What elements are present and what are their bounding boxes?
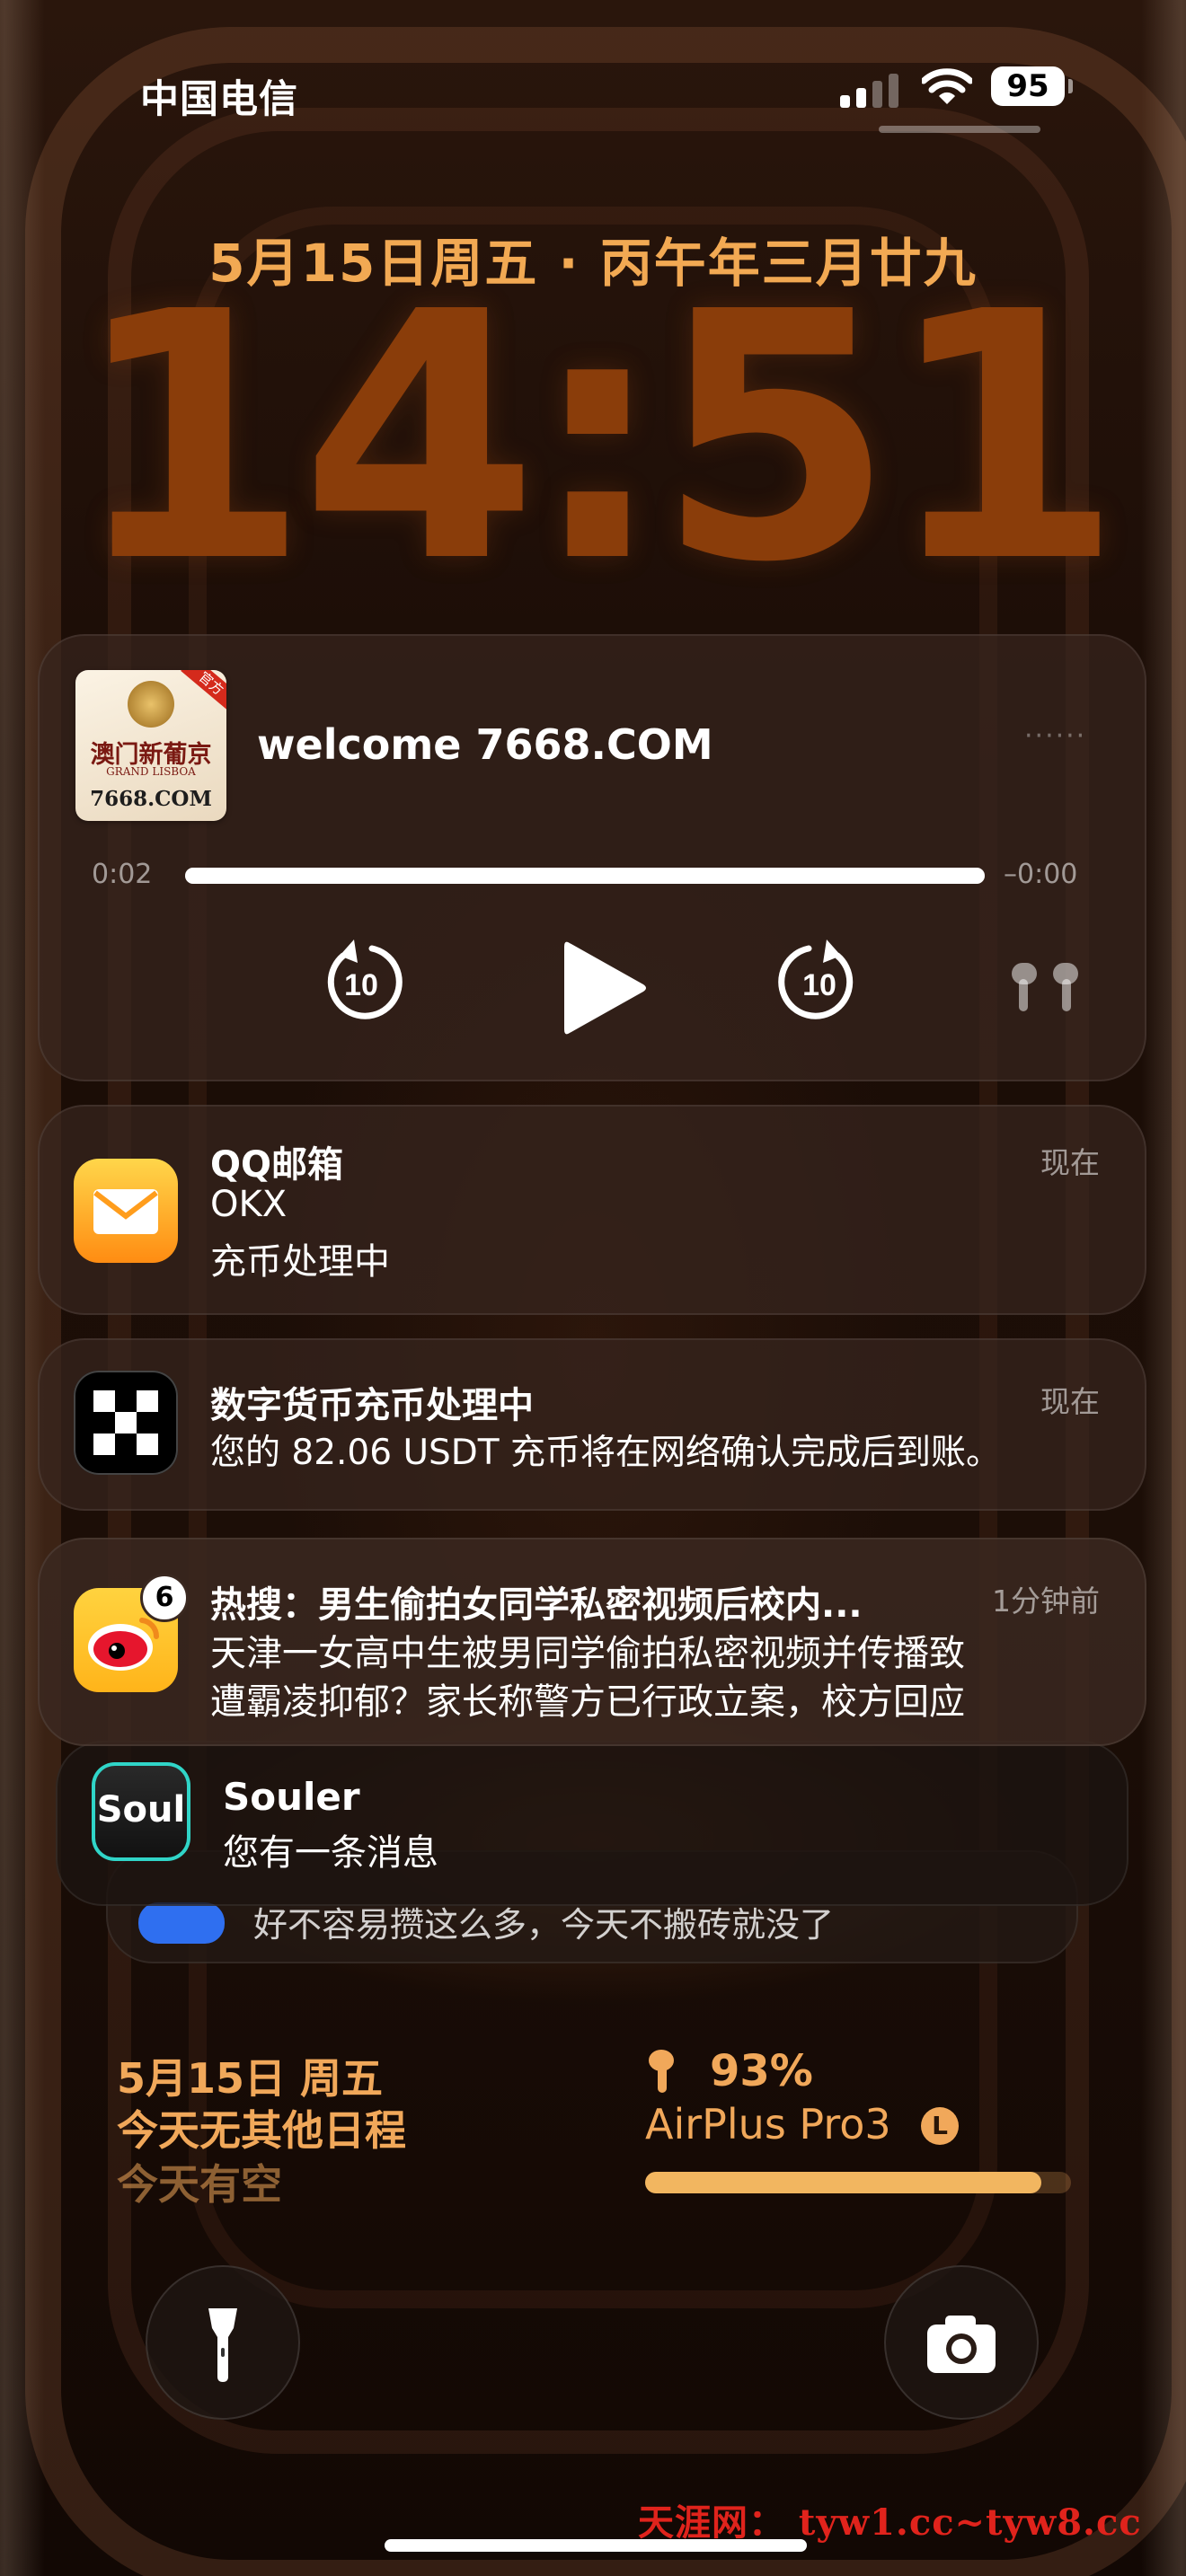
play-button[interactable] (550, 936, 658, 1040)
wifi-icon (922, 68, 972, 104)
home-indicator[interactable] (385, 2539, 807, 2552)
artwork-domain: 7668.COM (90, 787, 212, 811)
airpods-output-icon[interactable] (1006, 959, 1084, 1017)
artwork-subtitle: GRAND LISBOA (106, 765, 196, 778)
airpods-name: AirPlus Pro3 (645, 2100, 891, 2148)
notification-line: OKX (210, 1184, 288, 1225)
camera-button[interactable] (884, 2265, 1039, 2420)
cellular-signal-icon (840, 70, 899, 108)
notification-line: 天津一女高中生被男同学偷拍私密视频并传播致 (210, 1633, 965, 1674)
notification-line: 充币处理中 (210, 1241, 390, 1283)
carrier-label: 中国电信 (140, 77, 298, 122)
album-artwork[interactable]: 澳门新葡京 GRAND LISBOA 7668.COM 官方 (75, 670, 226, 821)
airpod-mini-icon (649, 2050, 674, 2093)
notification-time: 1分钟前 (992, 1584, 1100, 1619)
calendar-widget-free: 今天有空 (117, 2160, 282, 2209)
notification-title: Souler (223, 1775, 360, 1819)
camera-icon (927, 2316, 996, 2373)
skip-back-10-button[interactable]: 10 (316, 936, 406, 1026)
calendar-widget-schedule: 今天无其他日程 (117, 2106, 406, 2155)
notification-title: 热搜：男生偷拍女同学私密视频后校内... (210, 1584, 863, 1626)
notification-time: 现在 (1040, 1384, 1100, 1419)
left-pod-badge: L (921, 2107, 959, 2145)
airpods-battery-bar (645, 2172, 1071, 2193)
mail-icon (74, 1159, 178, 1263)
svg-text:10: 10 (344, 968, 378, 1002)
playback-scrubber[interactable] (185, 868, 985, 884)
notification-souler[interactable]: Soul Souler 您有一条消息 (56, 1741, 1128, 1906)
notification-title: 数字货币充币处理中 (210, 1385, 534, 1426)
airpods-battery-percent[interactable]: 93% (710, 2046, 813, 2096)
elapsed-time: 0:02 (92, 859, 153, 890)
soul-icon: Soul (92, 1762, 190, 1861)
badge-count: 6 (140, 1574, 189, 1622)
notification-line: 遭霸凌抑郁？家长称警方已行政立案，校方回应 (210, 1681, 965, 1723)
notification-line: 您的 82.06 USDT 充币将在网络确认完成后到账。 (210, 1433, 1001, 1473)
notification-title: QQ邮箱 (210, 1144, 344, 1186)
casino-emblem-icon (128, 681, 174, 728)
notification-weibo[interactable]: 6 热搜：男生偷拍女同学私密视频后校内... 1分钟前 天津一女高中生被男同学偷… (38, 1538, 1146, 1746)
notification-time: 现在 (1040, 1145, 1100, 1180)
flashlight-button[interactable] (146, 2265, 300, 2420)
more-dots-icon[interactable]: ······ (1024, 720, 1086, 752)
app-icon (138, 1902, 225, 1944)
now-playing-card[interactable]: 澳门新葡京 GRAND LISBOA 7668.COM 官方 welcome 7… (38, 634, 1146, 1081)
notification-qqmail[interactable]: QQ邮箱 现在 OKX 充币处理中 (38, 1105, 1146, 1315)
flashlight-icon (208, 2308, 237, 2382)
svg-text:10: 10 (802, 968, 836, 1002)
notification-okx[interactable]: 数字货币充币处理中 现在 您的 82.06 USDT 充币将在网络确认完成后到账… (38, 1338, 1146, 1511)
artwork-tag: 官方 (181, 670, 226, 711)
lock-clock: 14:51 (72, 239, 1123, 637)
track-title: welcome 7668.COM (257, 720, 713, 769)
okx-logo-icon (74, 1371, 178, 1475)
remaining-time: –0:00 (1004, 859, 1078, 890)
calendar-widget-date[interactable]: 5月15日 周五 (117, 2046, 383, 2105)
watermark-text: 天涯网： tyw1.cc~tyw8.cc (638, 2501, 1142, 2544)
notification-pull-handle[interactable] (879, 126, 1040, 133)
battery-indicator: 95 (991, 66, 1073, 106)
skip-forward-10-button[interactable]: 10 (774, 936, 864, 1026)
notification-line: 您有一条消息 (223, 1832, 438, 1874)
